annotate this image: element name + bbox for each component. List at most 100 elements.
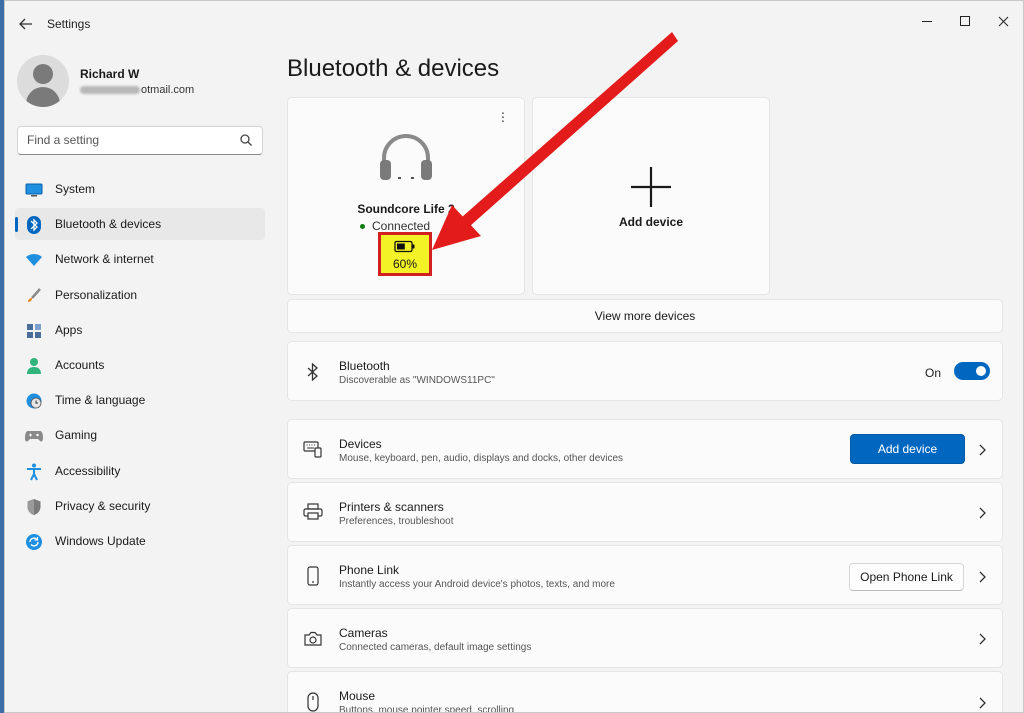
sidebar-item-label: Personalization [55, 287, 138, 302]
app-title: Settings [47, 17, 91, 31]
profile-name: Richard W [80, 67, 140, 81]
brush-icon [25, 287, 43, 305]
devices-title: Devices [339, 437, 382, 451]
add-device-label: Add device [618, 215, 684, 229]
sidebar-item-network[interactable]: Network & internet [15, 243, 265, 275]
chevron-right-icon[interactable] [977, 570, 987, 584]
battery-percentage: 60% [392, 257, 418, 271]
sidebar-item-label: Windows Update [55, 533, 146, 548]
page-title: Bluetooth & devices [287, 55, 500, 82]
printers-subtitle: Preferences, troubleshoot [339, 516, 454, 527]
accessibility-icon [25, 463, 43, 481]
chevron-right-icon[interactable] [977, 506, 987, 520]
cameras-row[interactable]: Cameras Connected cameras, default image… [287, 608, 1003, 668]
close-icon [998, 16, 1008, 26]
mouse-title: Mouse [339, 689, 376, 703]
phone-icon [302, 565, 324, 587]
wifi-icon [25, 251, 43, 269]
device-card[interactable]: · · · Soundcore Life 2 Connected 60% [287, 97, 525, 295]
printer-icon [302, 501, 324, 523]
sidebar-item-windows-update[interactable]: Windows Update [15, 525, 265, 557]
phone-link-subtitle: Instantly access your Android device's p… [339, 579, 615, 590]
cameras-subtitle: Connected cameras, default image setting… [339, 642, 532, 653]
person-icon [25, 357, 43, 375]
connected-dot-icon [360, 224, 365, 230]
mouse-subtitle: Buttons, mouse pointer speed, scrolling [339, 705, 515, 713]
profile-email-domain: otmail.com [141, 84, 195, 96]
sidebar-item-label: Apps [55, 322, 83, 337]
sidebar-item-accounts[interactable]: Accounts [15, 349, 265, 381]
redacted-email-blur [80, 86, 140, 95]
maximize-icon [959, 15, 970, 26]
apps-icon [25, 322, 43, 340]
arrow-left-icon [19, 18, 32, 30]
more-options-icon[interactable]: · · · [498, 105, 508, 127]
gamepad-icon [25, 427, 43, 445]
sidebar-item-label: Gaming [55, 428, 98, 443]
update-icon [25, 533, 43, 551]
sidebar-item-label: Privacy & security [55, 498, 151, 513]
plus-icon [631, 167, 671, 207]
search-box[interactable] [17, 126, 263, 155]
minimize-icon [921, 20, 932, 22]
printers-scanners-row[interactable]: Printers & scanners Preferences, trouble… [287, 482, 1003, 542]
device-status-text: Connected [372, 219, 431, 233]
sidebar-item-privacy-security[interactable]: Privacy & security [15, 490, 265, 522]
bluetooth-toggle[interactable] [954, 362, 990, 380]
battery-highlight: 60% [378, 232, 432, 276]
sidebar-item-personalization[interactable]: Personalization [15, 279, 265, 311]
settings-window: Settings Richard W otmail.com System [4, 0, 1024, 713]
phone-link-title: Phone Link [339, 563, 400, 577]
device-name: Soundcore Life 2 [357, 202, 455, 216]
sidebar-item-accessibility[interactable]: Accessibility [15, 455, 265, 487]
bluetooth-icon [302, 361, 324, 383]
back-button[interactable] [15, 13, 37, 35]
cameras-title: Cameras [339, 626, 388, 640]
monitor-icon [25, 181, 43, 199]
sidebar-item-label: Network & internet [55, 252, 154, 267]
bluetooth-title: Bluetooth [339, 359, 390, 373]
title-bar: Settings [5, 1, 1023, 47]
sidebar-nav: System Bluetooth & devices Network & int… [15, 173, 265, 560]
sidebar-item-label: Accounts [55, 357, 105, 372]
bluetooth-icon [25, 216, 43, 235]
view-more-devices-button[interactable]: View more devices [287, 299, 1003, 333]
bluetooth-row: Bluetooth Discoverable as "WINDOWS11PC" … [287, 341, 1003, 401]
chevron-right-icon[interactable] [977, 696, 987, 710]
sidebar-item-gaming[interactable]: Gaming [15, 419, 265, 451]
minimize-button[interactable] [911, 7, 943, 35]
sidebar-item-label: Time & language [55, 393, 146, 408]
sidebar-item-time-language[interactable]: Time & language [15, 384, 265, 416]
sidebar-item-label: Bluetooth & devices [55, 217, 162, 232]
device-status: Connected [360, 219, 430, 233]
headphones-icon [380, 134, 432, 180]
add-device-card[interactable]: Add device [532, 97, 770, 295]
search-icon[interactable] [239, 133, 253, 147]
keyboard-devices-icon [302, 438, 324, 460]
sidebar-item-label: System [55, 182, 96, 196]
sidebar-item-label: Accessibility [55, 463, 121, 478]
devices-row[interactable]: Devices Mouse, keyboard, pen, audio, dis… [287, 419, 1003, 479]
mouse-row[interactable]: Mouse Buttons, mouse pointer speed, scro… [287, 671, 1003, 713]
chevron-right-icon[interactable] [977, 443, 987, 457]
shield-icon [25, 498, 43, 516]
devices-subtitle: Mouse, keyboard, pen, audio, displays an… [339, 453, 624, 464]
add-device-button[interactable]: Add device [850, 434, 965, 464]
bluetooth-toggle-label: On [925, 366, 942, 380]
search-input[interactable] [18, 127, 228, 153]
maximize-button[interactable] [949, 7, 981, 35]
sidebar-item-apps[interactable]: Apps [15, 314, 265, 346]
avatar [17, 55, 69, 107]
phone-link-row[interactable]: Phone Link Instantly access your Android… [287, 545, 1003, 605]
open-phone-link-button[interactable]: Open Phone Link [849, 563, 964, 591]
profile-email: otmail.com [80, 84, 194, 96]
chevron-right-icon[interactable] [977, 632, 987, 646]
close-button[interactable] [987, 7, 1019, 35]
battery-icon [394, 240, 415, 253]
mouse-icon [302, 691, 324, 712]
bluetooth-subtitle: Discoverable as "WINDOWS11PC" [339, 375, 495, 386]
camera-icon [302, 628, 324, 650]
sidebar-item-bluetooth[interactable]: Bluetooth & devices [15, 208, 265, 241]
globe-clock-icon [25, 392, 43, 410]
sidebar-item-system[interactable]: System [15, 173, 265, 205]
